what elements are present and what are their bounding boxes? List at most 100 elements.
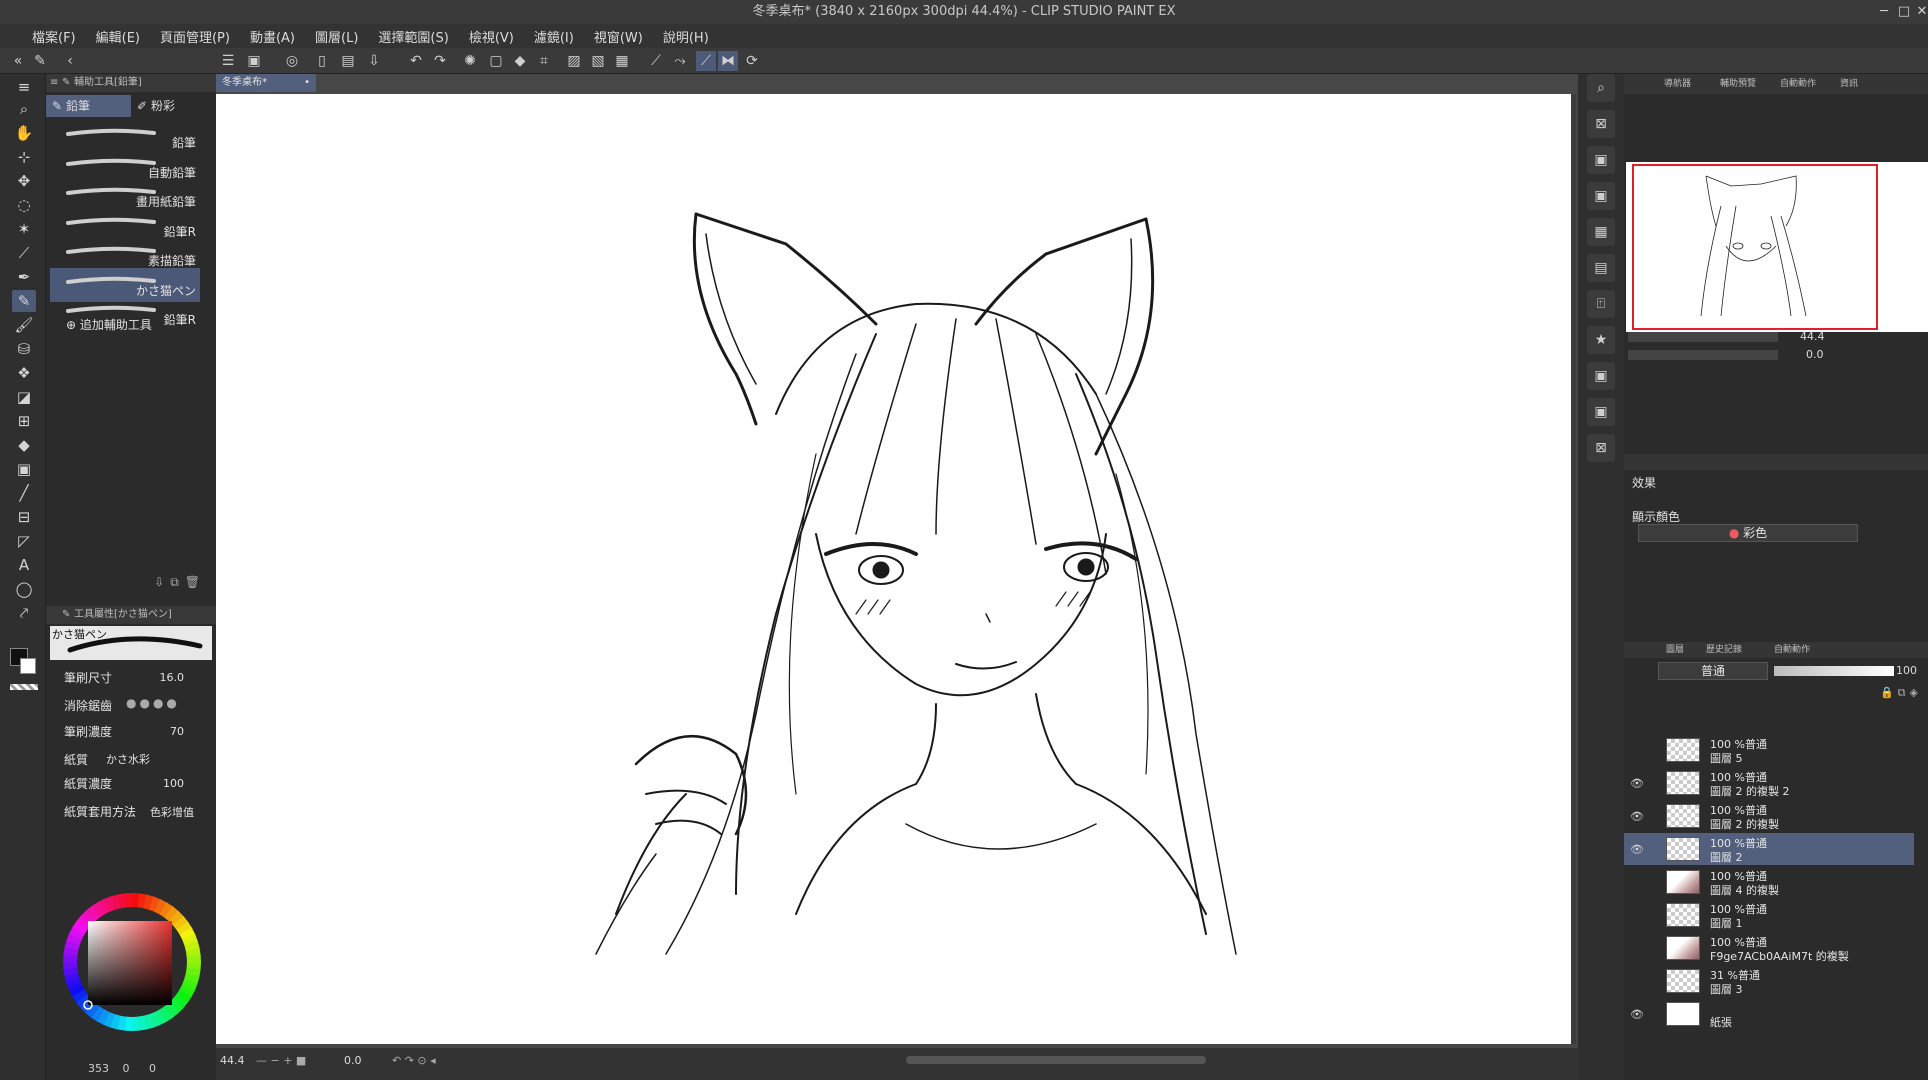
companion-icon[interactable]: ◎ <box>282 51 302 71</box>
rotation-controls[interactable]: ↶ ↷ ⊙ ◂ <box>392 1054 436 1067</box>
menu-selection[interactable]: 選擇範圍(S) <box>368 27 458 46</box>
layer-row[interactable]: 100 %普通 F9ge7ACb0AAiM7t 的複製 <box>1624 932 1914 964</box>
zoom-slider[interactable] <box>1628 332 1778 342</box>
sub-color-swatch[interactable] <box>20 658 36 674</box>
menu-list-icon[interactable]: ☰ <box>218 51 238 71</box>
clear-icon[interactable]: ▢ <box>486 51 506 71</box>
layer-row[interactable]: 👁 紙張 <box>1624 998 1914 1030</box>
pencil-tool-icon[interactable]: ✎ <box>12 290 36 312</box>
snap-ruler-icon[interactable]: ⟋ <box>696 51 716 71</box>
deselect-icon[interactable]: ▨ <box>564 51 584 71</box>
invert-selection-icon[interactable]: ▧ <box>588 51 608 71</box>
frame-icon[interactable]: ⊟ <box>12 506 36 528</box>
gradient-icon[interactable]: ▣ <box>12 458 36 480</box>
collapse-panels-icon[interactable]: « <box>8 51 28 71</box>
lasso-icon[interactable]: ◌ <box>12 194 36 216</box>
drawing-canvas[interactable] <box>216 94 1571 1044</box>
fill-tool-icon[interactable]: ◆ <box>12 434 36 456</box>
new-canvas-icon[interactable]: ▣ <box>244 51 264 71</box>
layer-row[interactable]: 👁 100 %普通 圖層 2 的複製 <box>1624 800 1914 832</box>
material-icon[interactable]: ⊠ <box>1587 110 1615 138</box>
menu-file[interactable]: 檔案(F) <box>22 27 86 46</box>
menu-layer[interactable]: 圖層(L) <box>305 27 368 46</box>
search-icon[interactable]: ⌕ <box>1587 74 1615 102</box>
minimize-icon[interactable]: ─ <box>1874 0 1894 24</box>
save-icon[interactable]: ⇩ <box>154 575 170 589</box>
magic-wand-icon[interactable]: ✶ <box>12 218 36 240</box>
menu-filter[interactable]: 濾鏡(I) <box>524 27 584 46</box>
zoom-controls[interactable]: — − + ■ <box>256 1054 306 1067</box>
document-tab[interactable]: 冬季桌布* • <box>216 74 316 92</box>
balloon-icon[interactable]: ◯ <box>12 578 36 600</box>
horizontal-scrollbar[interactable] <box>906 1056 1206 1064</box>
tab-sub-view[interactable]: 輔助預覽 <box>1720 74 1756 94</box>
brush-icon[interactable]: 🖌 <box>12 314 36 336</box>
figure-icon[interactable]: ╱ <box>12 482 36 504</box>
material-pattern-icon[interactable]: ▦ <box>1587 218 1615 246</box>
navigator-rotation-value[interactable]: 0.0 <box>1806 348 1824 361</box>
undo-icon[interactable]: ↶ <box>406 51 426 71</box>
menu-icon[interactable]: ≡ <box>50 74 58 92</box>
selection-layer-icon[interactable]: ▦ <box>612 51 632 71</box>
correct-line-icon[interactable]: ⤤ <box>12 602 36 624</box>
layer-row[interactable]: 👁 100 %普通 圖層 2 的複製 2 <box>1624 767 1914 799</box>
anti-alias-options[interactable]: ●●●● <box>126 696 180 710</box>
paper-row[interactable]: 紙質 かさ水彩 <box>56 748 206 770</box>
paper-density-value[interactable]: 100 <box>163 777 184 790</box>
color-wheel[interactable] <box>46 866 216 1066</box>
eye-icon[interactable]: 👁 <box>1630 1008 1644 1021</box>
opacity-slider[interactable] <box>1774 666 1894 676</box>
tab-layer[interactable]: 圖層 <box>1666 642 1684 658</box>
density-row[interactable]: 筆刷濃度 70 <box>56 720 206 742</box>
tab-history[interactable]: 歷史記錄 <box>1706 642 1742 658</box>
transform-icon[interactable]: ⌗ <box>534 51 554 71</box>
flip-icon[interactable]: ⧓ <box>718 51 738 71</box>
rotation-slider[interactable] <box>1628 350 1778 360</box>
maximize-icon[interactable]: □ <box>1894 0 1914 24</box>
material-photo-icon[interactable]: ▣ <box>1587 182 1615 210</box>
text-icon[interactable]: A <box>12 554 36 576</box>
material-figure-icon[interactable]: ⍐ <box>1587 290 1615 318</box>
material-text-icon[interactable]: ▤ <box>1587 254 1615 282</box>
layer-row[interactable]: 100 %普通 圖層 1 <box>1624 899 1914 931</box>
tab-auto-action[interactable]: 自動動作 <box>1774 642 1810 658</box>
brush-size-value[interactable]: 16.0 <box>160 671 185 684</box>
material-save-icon[interactable]: ▣ <box>1587 398 1615 426</box>
anti-alias-row[interactable]: 消除鋸齒 ●●●● <box>56 694 206 716</box>
object-select-icon[interactable]: ⊹ <box>12 146 36 168</box>
decoration-icon[interactable]: ❖ <box>12 362 36 384</box>
display-color-select[interactable]: ● 彩色 <box>1638 524 1858 542</box>
snap-icon[interactable]: ⤳ <box>670 51 690 71</box>
menu-help[interactable]: 說明(H) <box>653 27 719 46</box>
brush-size-row[interactable]: 筆刷尺寸 16.0 <box>56 666 206 688</box>
save-icon[interactable]: ⇩ <box>364 51 384 71</box>
loading-icon[interactable]: ✺ <box>460 51 480 71</box>
density-value[interactable]: 70 <box>170 725 184 738</box>
hand-icon[interactable]: ✋ <box>12 122 36 144</box>
add-sub-tool-button[interactable]: ⊕ 追加輔助工具 <box>66 316 152 333</box>
navigator-zoom-value[interactable]: 44.4 <box>1800 330 1825 343</box>
collapse-icon[interactable]: ‹ <box>60 51 80 71</box>
tab-pastel[interactable]: ✐ 粉彩 <box>131 95 216 117</box>
open-folder-icon[interactable]: ▤ <box>338 51 358 71</box>
trash-icon[interactable]: 🗑 <box>185 575 206 589</box>
tab-navigator[interactable]: 導航器 <box>1664 74 1691 94</box>
rotation-value[interactable]: 0.0 <box>344 1054 362 1067</box>
eye-icon[interactable]: 👁 <box>1630 843 1644 856</box>
layer-row[interactable]: 100 %普通 圖層 5 <box>1624 734 1914 766</box>
tab-info[interactable]: 資訊 <box>1840 74 1858 94</box>
paper-value[interactable]: かさ水彩 <box>106 751 150 767</box>
eyedropper-icon[interactable]: ⟋ <box>12 242 36 264</box>
opacity-value[interactable]: 100 <box>1896 664 1917 677</box>
tab-auto-action[interactable]: 自動動作 <box>1780 74 1816 94</box>
eraser-icon[interactable]: ◪ <box>12 386 36 408</box>
eye-icon[interactable]: 👁 <box>1630 777 1644 790</box>
move-icon[interactable]: ✥ <box>12 170 36 192</box>
menu-page[interactable]: 頁面管理(P) <box>150 27 240 46</box>
menu-window[interactable]: 視窗(W) <box>584 27 653 46</box>
fill-icon[interactable]: ◆ <box>510 51 530 71</box>
close-icon[interactable]: ✕ <box>1912 0 1928 24</box>
redo-icon[interactable]: ↷ <box>430 51 450 71</box>
new-file-icon[interactable]: ▯ <box>312 51 332 71</box>
layer-row[interactable]: 31 %普通 圖層 3 <box>1624 965 1914 997</box>
